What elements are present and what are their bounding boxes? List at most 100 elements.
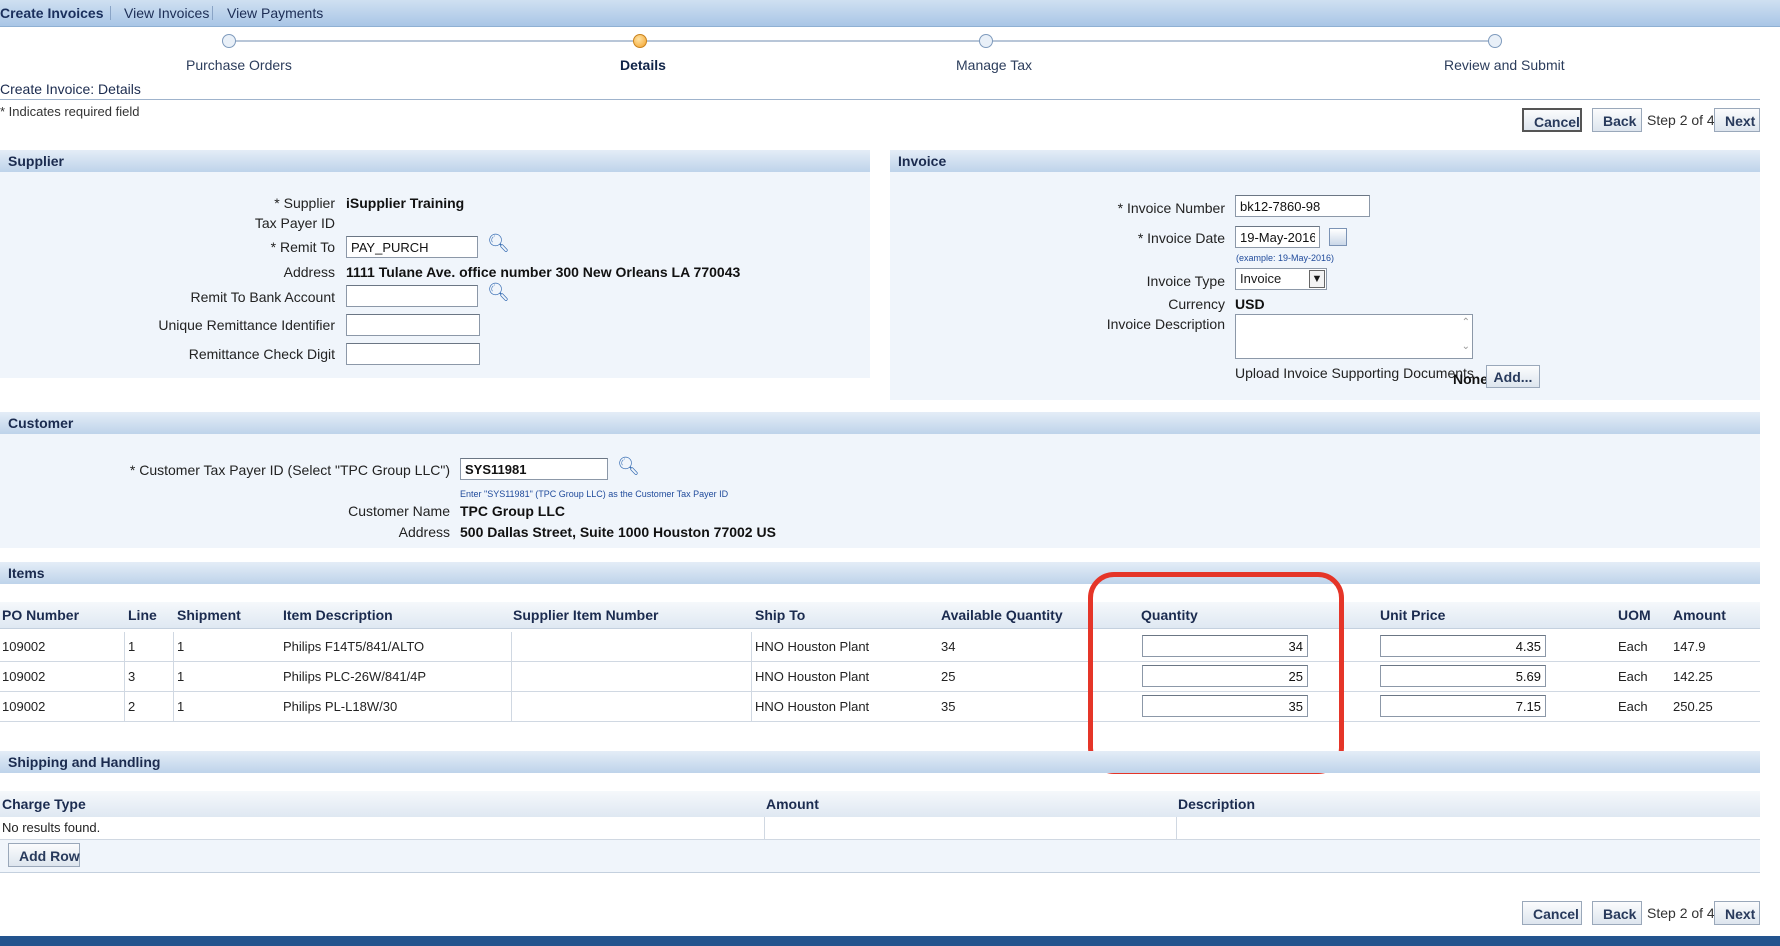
customer-address-value: 500 Dallas Street, Suite 1000 Houston 77…: [460, 524, 776, 540]
page-title: Create Invoice: Details: [0, 81, 141, 97]
scroll-down-icon[interactable]: ⌄: [1462, 341, 1470, 352]
train-label-review-submit[interactable]: Review and Submit: [1444, 57, 1565, 73]
quantity-highlight-box: [1088, 572, 1344, 774]
calendar-icon[interactable]: [1329, 228, 1347, 246]
col-shipping-description: Description: [1178, 796, 1256, 812]
col-charge-type: Charge Type: [2, 796, 86, 812]
train-label-manage-tax[interactable]: Manage Tax: [956, 57, 1032, 73]
tab-create-invoices[interactable]: Create Invoices: [0, 5, 104, 21]
supplier-value: iSupplier Training: [346, 195, 465, 211]
cell-amount: 142.25: [1673, 669, 1713, 684]
cell-line: 3: [128, 669, 136, 684]
invoice-type-select[interactable]: Invoice ▼: [1235, 268, 1327, 290]
footer-bar: [0, 936, 1780, 946]
currency-label: Currency: [1168, 296, 1225, 312]
train-step-dot[interactable]: [979, 34, 993, 48]
bank-account-input[interactable]: [346, 285, 478, 307]
items-section-header: Items: [0, 562, 1760, 584]
col-supplier-item-number: Supplier Item Number: [513, 607, 659, 623]
next-button[interactable]: Next: [1714, 108, 1760, 132]
back-button[interactable]: Back: [1592, 108, 1642, 132]
step-indicator: Step 2 of 4: [1647, 112, 1715, 128]
invoice-number-input[interactable]: [1235, 195, 1370, 217]
tab-separator: [212, 6, 213, 20]
customer-taxpayer-input[interactable]: [460, 458, 608, 480]
invoice-date-hint: (example: 19-May-2016): [1236, 253, 1335, 263]
tab-view-payments[interactable]: View Payments: [227, 5, 323, 21]
cell-description: Philips PLC-26W/841/4P: [283, 669, 427, 684]
divider: [0, 99, 1760, 100]
col-po-number: PO Number: [2, 607, 80, 623]
cell-available: 34: [941, 639, 956, 654]
shipping-actions-bar: [0, 840, 1760, 873]
invoice-section-header: Invoice: [890, 150, 1760, 172]
invoice-type-value: Invoice: [1240, 271, 1282, 286]
train-label-details: Details: [620, 57, 666, 73]
step-indicator-bottom: Step 2 of 4: [1647, 905, 1715, 921]
next-button-bottom[interactable]: Next: [1714, 901, 1760, 925]
cancel-button[interactable]: Cancel: [1522, 108, 1582, 132]
train-step-dot[interactable]: [1488, 34, 1502, 48]
customer-name-label: Customer Name: [348, 503, 450, 519]
unit-price-input[interactable]: [1380, 695, 1546, 717]
add-attachment-button[interactable]: Add...: [1486, 365, 1540, 388]
invoice-date-input[interactable]: [1235, 226, 1320, 248]
col-line: Line: [128, 607, 157, 623]
train-label-purchase-orders[interactable]: Purchase Orders: [186, 57, 292, 73]
cell-available: 35: [941, 699, 956, 714]
train-step-dot[interactable]: [222, 34, 236, 48]
column-separator: [751, 632, 752, 722]
unit-price-input[interactable]: [1380, 635, 1546, 657]
shipping-section-header: Shipping and Handling: [0, 751, 1760, 773]
invoice-type-label: Invoice Type: [1146, 273, 1225, 289]
cell-po: 109002: [2, 639, 46, 654]
cell-shipment: 1: [177, 639, 185, 654]
no-results-text: No results found.: [2, 820, 101, 835]
list-item: No results found.: [0, 817, 1760, 840]
column-separator: [511, 632, 512, 722]
supplier-section-header: Supplier: [0, 150, 870, 172]
scroll-up-icon[interactable]: ⌃: [1462, 317, 1470, 328]
top-tab-bar: Create Invoices View Invoices View Payme…: [0, 0, 1780, 27]
upload-documents-label: Upload Invoice Supporting Documents: [1235, 365, 1474, 381]
col-available-quantity: Available Quantity: [941, 607, 1063, 623]
customer-address-label: Address: [398, 524, 450, 540]
search-icon[interactable]: 🔍︎: [487, 233, 510, 254]
cell-line: 1: [128, 639, 136, 654]
cell-shipment: 1: [177, 669, 185, 684]
col-ship-to: Ship To: [755, 607, 806, 623]
cancel-button-bottom[interactable]: Cancel: [1522, 901, 1582, 925]
supplier-address-value: 1111 Tulane Ave. office number 300 New O…: [346, 264, 741, 280]
required-field-note: * Indicates required field: [0, 104, 140, 119]
invoice-description-textarea[interactable]: ⌃ ⌄: [1235, 314, 1473, 359]
remit-to-label: * Remit To: [270, 239, 335, 255]
currency-value: USD: [1235, 296, 1265, 312]
supplier-label: * Supplier: [274, 195, 335, 211]
chevron-down-icon: ▼: [1309, 270, 1325, 288]
cell-po: 109002: [2, 669, 46, 684]
unique-remittance-input[interactable]: [346, 314, 480, 336]
train-track: [228, 40, 1494, 42]
col-amount: Amount: [1673, 607, 1726, 623]
cell-available: 25: [941, 669, 956, 684]
cell-line: 2: [128, 699, 136, 714]
back-button-bottom[interactable]: Back: [1592, 901, 1642, 925]
cell-description: Philips PL-L18W/30: [283, 699, 398, 714]
invoice-description-label: Invoice Description: [1106, 316, 1225, 332]
check-digit-label: Remittance Check Digit: [188, 346, 335, 362]
tax-payer-id-label: Tax Payer ID: [254, 215, 335, 231]
cell-ship-to: HNO Houston Plant: [755, 669, 870, 684]
check-digit-input[interactable]: [346, 343, 480, 365]
customer-section-header: Customer: [0, 412, 1760, 434]
search-icon[interactable]: 🔍︎: [617, 456, 640, 477]
cell-amount: 147.9: [1673, 639, 1706, 654]
remit-to-input[interactable]: [346, 236, 478, 258]
search-icon[interactable]: 🔍︎: [487, 282, 510, 303]
unit-price-input[interactable]: [1380, 665, 1546, 687]
upload-documents-value: None: [1453, 371, 1488, 387]
cell-description: Philips F14T5/841/ALTO: [283, 639, 425, 654]
add-row-button[interactable]: Add Row: [8, 843, 80, 867]
tab-view-invoices[interactable]: View Invoices: [124, 5, 209, 21]
items-table-header: PO Number Line Shipment Item Description…: [0, 602, 1760, 629]
column-separator: [173, 632, 174, 722]
